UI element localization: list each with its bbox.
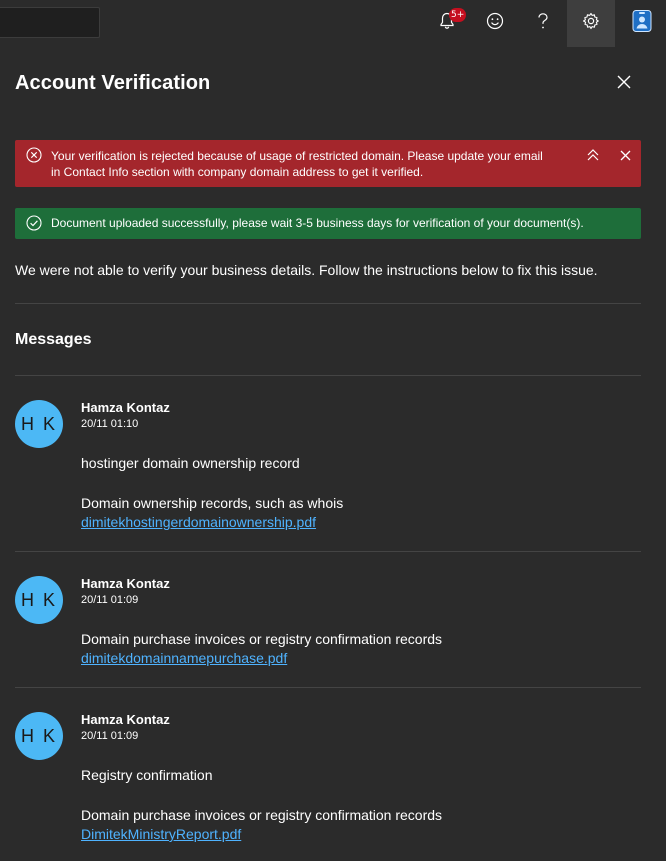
- avatar: H K: [15, 576, 63, 624]
- divider: [15, 375, 641, 376]
- help-button[interactable]: [519, 0, 567, 47]
- top-bar: 5+: [0, 0, 666, 47]
- message-author: Hamza Kontaz: [81, 576, 170, 591]
- close-panel-button[interactable]: [612, 72, 636, 96]
- attachment-link[interactable]: DimitekMinistryReport.pdf: [81, 826, 241, 842]
- check-circle-icon: [26, 215, 42, 231]
- success-banner-text: Document uploaded successfully, please w…: [51, 216, 584, 230]
- close-icon: [620, 150, 630, 160]
- message-subject: hostinger domain ownership record: [81, 455, 300, 471]
- error-circle-icon: [26, 147, 42, 163]
- account-button[interactable]: [618, 0, 666, 47]
- message-document-type: Domain ownership records, such as whois: [81, 495, 344, 511]
- message-document-type: Domain purchase invoices or registry con…: [81, 631, 443, 647]
- search-box[interactable]: [0, 7, 100, 38]
- dismiss-error-button[interactable]: [616, 146, 634, 164]
- divider: [15, 687, 641, 688]
- divider: [15, 551, 641, 552]
- feedback-button[interactable]: [471, 0, 519, 47]
- error-banner-text: Your verification is rejected because of…: [51, 149, 543, 179]
- success-banner: Document uploaded successfully, please w…: [15, 208, 641, 239]
- message-time: 20/11 01:09: [81, 730, 139, 742]
- attachment-link[interactable]: dimitekdomainnamepurchase.pdf: [81, 650, 287, 666]
- intro-text: We were not able to verify your business…: [15, 262, 598, 278]
- message-document-type: Domain purchase invoices or registry con…: [81, 807, 443, 823]
- panel-title: Account Verification: [15, 72, 211, 94]
- error-banner: Your verification is rejected because of…: [15, 140, 641, 187]
- smiley-icon: [486, 12, 504, 35]
- notification-badge: 5+: [449, 8, 467, 22]
- gear-icon: [582, 12, 600, 35]
- double-chevron-up-icon: [587, 149, 599, 161]
- user-badge-icon: [631, 9, 653, 38]
- divider: [15, 303, 641, 304]
- attachment-link[interactable]: dimitekhostingerdomainownership.pdf: [81, 514, 316, 530]
- avatar: H K: [15, 712, 63, 760]
- help-icon: [536, 12, 550, 35]
- message-time: 20/11 01:09: [81, 594, 139, 606]
- avatar: H K: [15, 400, 63, 448]
- settings-button[interactable]: [567, 0, 615, 47]
- message-time: 20/11 01:10: [81, 418, 139, 430]
- message-author: Hamza Kontaz: [81, 712, 170, 727]
- notifications-button[interactable]: 5+: [423, 0, 471, 47]
- close-icon: [617, 75, 631, 94]
- message-subject: Registry confirmation: [81, 767, 213, 783]
- collapse-banner-button[interactable]: [584, 146, 602, 164]
- messages-heading: Messages: [15, 331, 92, 348]
- message-author: Hamza Kontaz: [81, 400, 170, 415]
